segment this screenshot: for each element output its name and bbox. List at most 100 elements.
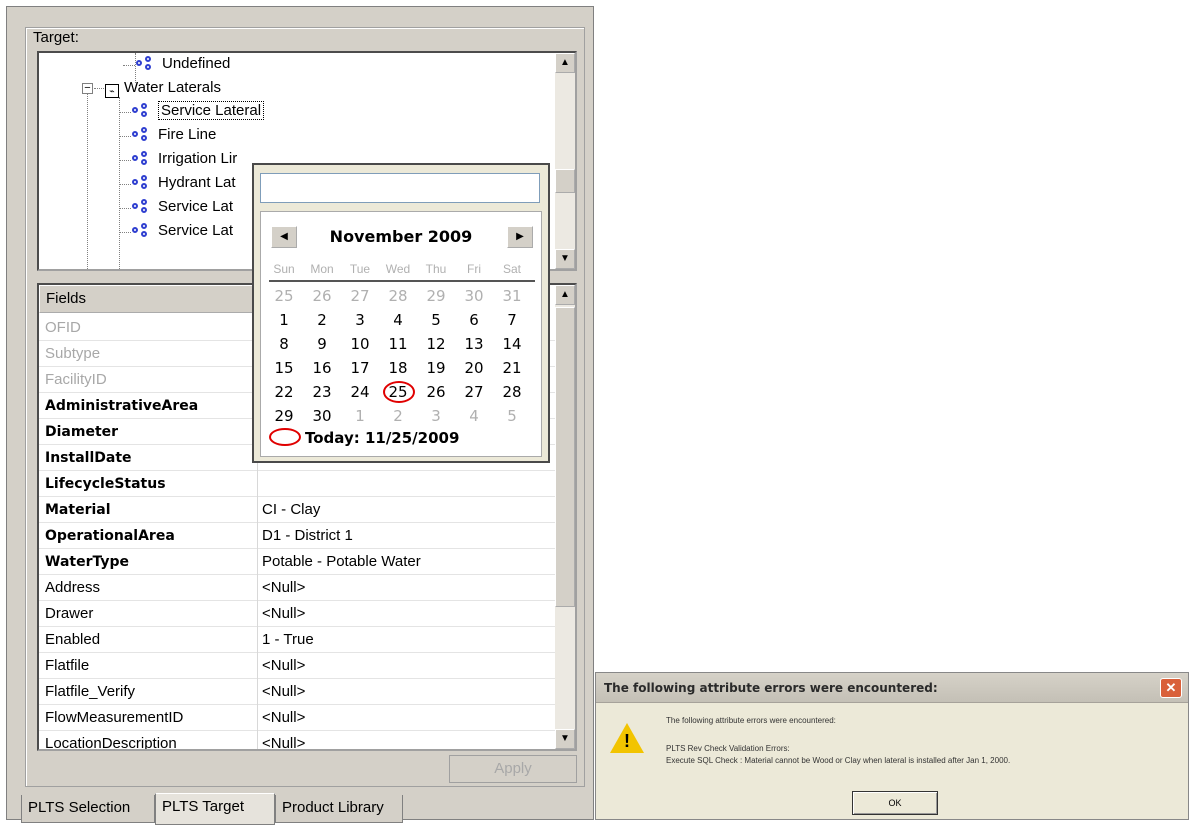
field-value[interactable]: <Null> xyxy=(257,653,547,679)
grid-row[interactable]: OperationalArea D1 - District 1 xyxy=(39,523,555,549)
grid-row[interactable]: Address <Null> xyxy=(39,575,555,601)
tree-item[interactable]: Irrigation Lir xyxy=(131,148,237,170)
field-value[interactable]: D1 - District 1 xyxy=(257,523,547,549)
fields-header[interactable]: Fields xyxy=(39,285,259,313)
calendar-day[interactable]: 20 xyxy=(457,358,491,378)
ok-button[interactable]: OK xyxy=(852,791,938,815)
calendar-day[interactable]: 18 xyxy=(381,358,415,378)
field-value[interactable]: <Null> xyxy=(257,705,547,731)
calendar-day[interactable]: 24 xyxy=(343,382,377,402)
grid-row[interactable]: Enabled 1 - True xyxy=(39,627,555,653)
calendar-day[interactable]: 10 xyxy=(343,334,377,354)
calendar-day[interactable]: 11 xyxy=(381,334,415,354)
calendar-day[interactable]: 27 xyxy=(343,286,377,306)
field-value[interactable] xyxy=(257,471,547,497)
calendar-day[interactable]: 17 xyxy=(343,358,377,378)
today-link[interactable]: Today: 11/25/2009 xyxy=(269,426,459,450)
calendar-day[interactable]: 9 xyxy=(305,334,339,354)
field-value[interactable]: 1 - True xyxy=(257,627,547,653)
field-value[interactable]: <Null> xyxy=(257,731,547,749)
calendar-day[interactable]: 28 xyxy=(381,286,415,306)
tree-item-label: Hydrant Lat xyxy=(158,174,236,191)
tree-item[interactable]: Hydrant Lat xyxy=(131,172,236,194)
calendar-day[interactable]: 1 xyxy=(267,310,301,330)
calendar-day[interactable]: 4 xyxy=(457,406,491,426)
field-name: FacilityID xyxy=(45,371,107,388)
calendar-day[interactable]: 30 xyxy=(457,286,491,306)
collapse-icon[interactable]: − xyxy=(82,83,93,94)
field-value[interactable]: <Null> xyxy=(257,575,547,601)
left-arrow-icon[interactable]: ◀ xyxy=(271,226,297,248)
calendar-day[interactable]: 23 xyxy=(305,382,339,402)
tree-item-label: Undefined xyxy=(162,55,231,72)
tree-item[interactable]: Fire Line xyxy=(131,124,216,146)
scroll-thumb[interactable] xyxy=(555,307,575,607)
calendar-day[interactable]: 26 xyxy=(419,382,453,402)
calendar-day[interactable]: 13 xyxy=(457,334,491,354)
tree-item[interactable]: Undefined xyxy=(135,53,230,75)
grid-scrollbar[interactable]: ▲ ▼ xyxy=(555,285,575,749)
calendar-day[interactable]: 1 xyxy=(343,406,377,426)
tree-item-service-lateral[interactable]: Service Lateral xyxy=(131,100,265,122)
today-label: Today: 11/25/2009 xyxy=(305,429,460,447)
tree-scrollbar[interactable]: ▲ ▼ xyxy=(555,53,575,269)
subtype-icon xyxy=(135,56,157,70)
date-input[interactable] xyxy=(260,173,540,203)
field-value[interactable]: <Null> xyxy=(257,601,547,627)
tab-product-library[interactable]: Product Library xyxy=(275,795,403,823)
field-value[interactable]: Potable - Potable Water xyxy=(257,549,547,575)
grid-row[interactable]: Flatfile <Null> xyxy=(39,653,555,679)
calendar-day[interactable]: 19 xyxy=(419,358,453,378)
calendar-day[interactable]: 8 xyxy=(267,334,301,354)
tree-item-label: Irrigation Lir xyxy=(158,150,238,167)
calendar-day[interactable]: 5 xyxy=(419,310,453,330)
calendar-day[interactable]: 22 xyxy=(267,382,301,402)
calendar-day[interactable]: 2 xyxy=(305,310,339,330)
scroll-up-icon[interactable]: ▲ xyxy=(555,285,575,305)
calendar-day[interactable]: 30 xyxy=(305,406,339,426)
calendar-day[interactable]: 7 xyxy=(495,310,529,330)
calendar-day[interactable]: 29 xyxy=(419,286,453,306)
calendar-day[interactable]: 12 xyxy=(419,334,453,354)
calendar-day[interactable]: 21 xyxy=(495,358,529,378)
calendar-day[interactable]: 3 xyxy=(419,406,453,426)
calendar-day[interactable]: 5 xyxy=(495,406,529,426)
grid-row[interactable]: LifecycleStatus xyxy=(39,471,555,497)
calendar-day[interactable]: 6 xyxy=(457,310,491,330)
tree-item[interactable]: Service Lat xyxy=(131,220,233,242)
calendar-day[interactable]: 14 xyxy=(495,334,529,354)
tab-plts-target[interactable]: PLTS Target xyxy=(155,793,275,825)
grid-row[interactable]: Material CI - Clay xyxy=(39,497,555,523)
field-value[interactable]: CI - Clay xyxy=(257,497,547,523)
grid-row[interactable]: FlowMeasurementID <Null> xyxy=(39,705,555,731)
field-value[interactable]: <Null> xyxy=(257,679,547,705)
grid-row[interactable]: LocationDescription <Null> xyxy=(39,731,555,749)
scroll-thumb[interactable] xyxy=(555,169,575,193)
tab-plts-selection[interactable]: PLTS Selection xyxy=(21,795,155,823)
scroll-up-icon[interactable]: ▲ xyxy=(555,53,575,73)
grid-row[interactable]: WaterType Potable - Potable Water xyxy=(39,549,555,575)
tree-item-water-laterals[interactable]: ⌁ Water Laterals xyxy=(105,77,221,99)
apply-button[interactable]: Apply xyxy=(449,755,577,783)
weekday-label: Tue xyxy=(349,262,371,276)
grid-row[interactable]: Flatfile_Verify <Null> xyxy=(39,679,555,705)
calendar-day[interactable]: 16 xyxy=(305,358,339,378)
date-picker-popup: ◀ November 2009 ▶ Sun Mon Tue Wed Thu Fri Sat … xyxy=(252,163,550,463)
grid-row[interactable]: Drawer <Null> xyxy=(39,601,555,627)
calendar-day[interactable]: 15 xyxy=(267,358,301,378)
calendar-day[interactable]: 3 xyxy=(343,310,377,330)
scroll-down-icon[interactable]: ▼ xyxy=(555,249,575,269)
calendar-day[interactable]: 26 xyxy=(305,286,339,306)
calendar-day[interactable]: 27 xyxy=(457,382,491,402)
right-arrow-icon[interactable]: ▶ xyxy=(507,226,533,248)
calendar-day[interactable]: 28 xyxy=(495,382,529,402)
close-icon[interactable]: ✕ xyxy=(1160,678,1182,698)
calendar-day[interactable]: 4 xyxy=(381,310,415,330)
scroll-down-icon[interactable]: ▼ xyxy=(555,729,575,749)
calendar-day[interactable]: 25 xyxy=(267,286,301,306)
tree-item[interactable]: Service Lat xyxy=(131,196,233,218)
weekday-label: Mon xyxy=(310,262,334,276)
calendar-day[interactable]: 29 xyxy=(267,406,301,426)
calendar-day[interactable]: 2 xyxy=(381,406,415,426)
calendar-day[interactable]: 31 xyxy=(495,286,529,306)
